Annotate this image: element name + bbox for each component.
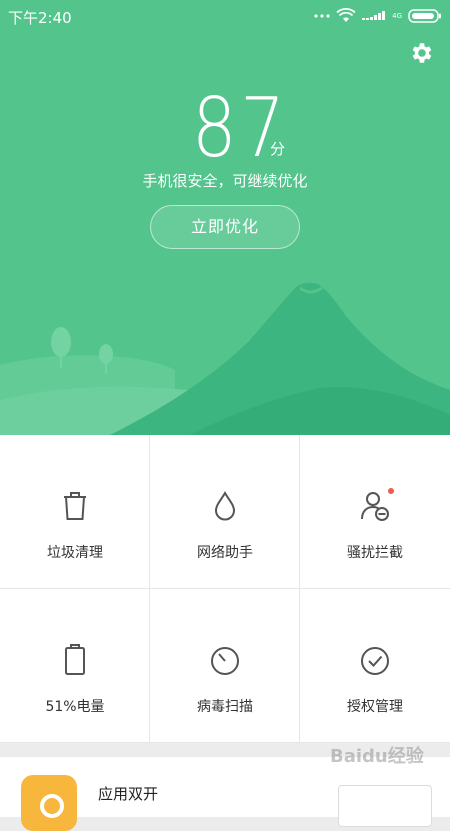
tool-junk-clean[interactable]: 垃圾清理 xyxy=(0,435,150,589)
status-time: 下午2:40 xyxy=(8,9,72,27)
settings-gear-icon[interactable] xyxy=(408,40,434,66)
tool-label: 授权管理 xyxy=(347,699,403,715)
battery-icon xyxy=(65,644,85,675)
tool-label: 网络助手 xyxy=(197,545,253,561)
security-header: 下午2:40 4G 87 分 手机很安全，可继续优化 立即优化 xyxy=(0,0,450,435)
tool-label: 骚扰拦截 xyxy=(347,545,403,561)
tool-label: 病毒扫描 xyxy=(197,699,253,715)
list-item-title: 应用双开 xyxy=(98,785,159,803)
tool-label: 垃圾清理 xyxy=(47,545,103,561)
trash-icon xyxy=(64,492,86,520)
landscape-illustration xyxy=(0,282,450,435)
tool-battery[interactable]: 51%电量 xyxy=(0,589,150,743)
drop-icon xyxy=(214,490,236,521)
block-user-icon xyxy=(361,492,389,521)
tool-virus-scan[interactable]: 病毒扫描 xyxy=(150,589,300,743)
more-dots-icon xyxy=(314,14,330,18)
notification-dot xyxy=(388,488,394,494)
battery-status-icon xyxy=(408,9,441,23)
check-circle-icon xyxy=(361,647,389,675)
security-score-area: 87 分 xyxy=(0,84,450,174)
score-unit: 分 xyxy=(270,140,286,158)
security-status-message: 手机很安全，可继续优化 xyxy=(142,172,308,190)
tools-grid: 垃圾清理 网络助手 骚扰拦截 51%电量 病毒扫描 授权管理 xyxy=(0,435,450,743)
tool-permission-manager[interactable]: 授权管理 xyxy=(300,589,450,743)
tool-label: 51%电量 xyxy=(45,699,105,715)
watermark: Baidu经验 xyxy=(330,746,424,767)
dual-apps-icon xyxy=(21,775,77,831)
tool-network-assistant[interactable]: 网络助手 xyxy=(150,435,300,589)
network-type-label: 4G xyxy=(392,12,402,20)
security-score: 87 xyxy=(191,81,289,176)
optimize-button[interactable]: 立即优化 xyxy=(150,205,300,249)
wifi-icon xyxy=(336,8,356,22)
status-bar: 下午2:40 4G xyxy=(0,0,450,32)
scan-timer-icon xyxy=(211,647,239,675)
open-button[interactable] xyxy=(338,785,432,827)
status-icons: 4G xyxy=(314,7,442,25)
tool-harassment-block[interactable]: 骚扰拦截 xyxy=(300,435,450,589)
signal-bars-icon xyxy=(362,11,386,20)
